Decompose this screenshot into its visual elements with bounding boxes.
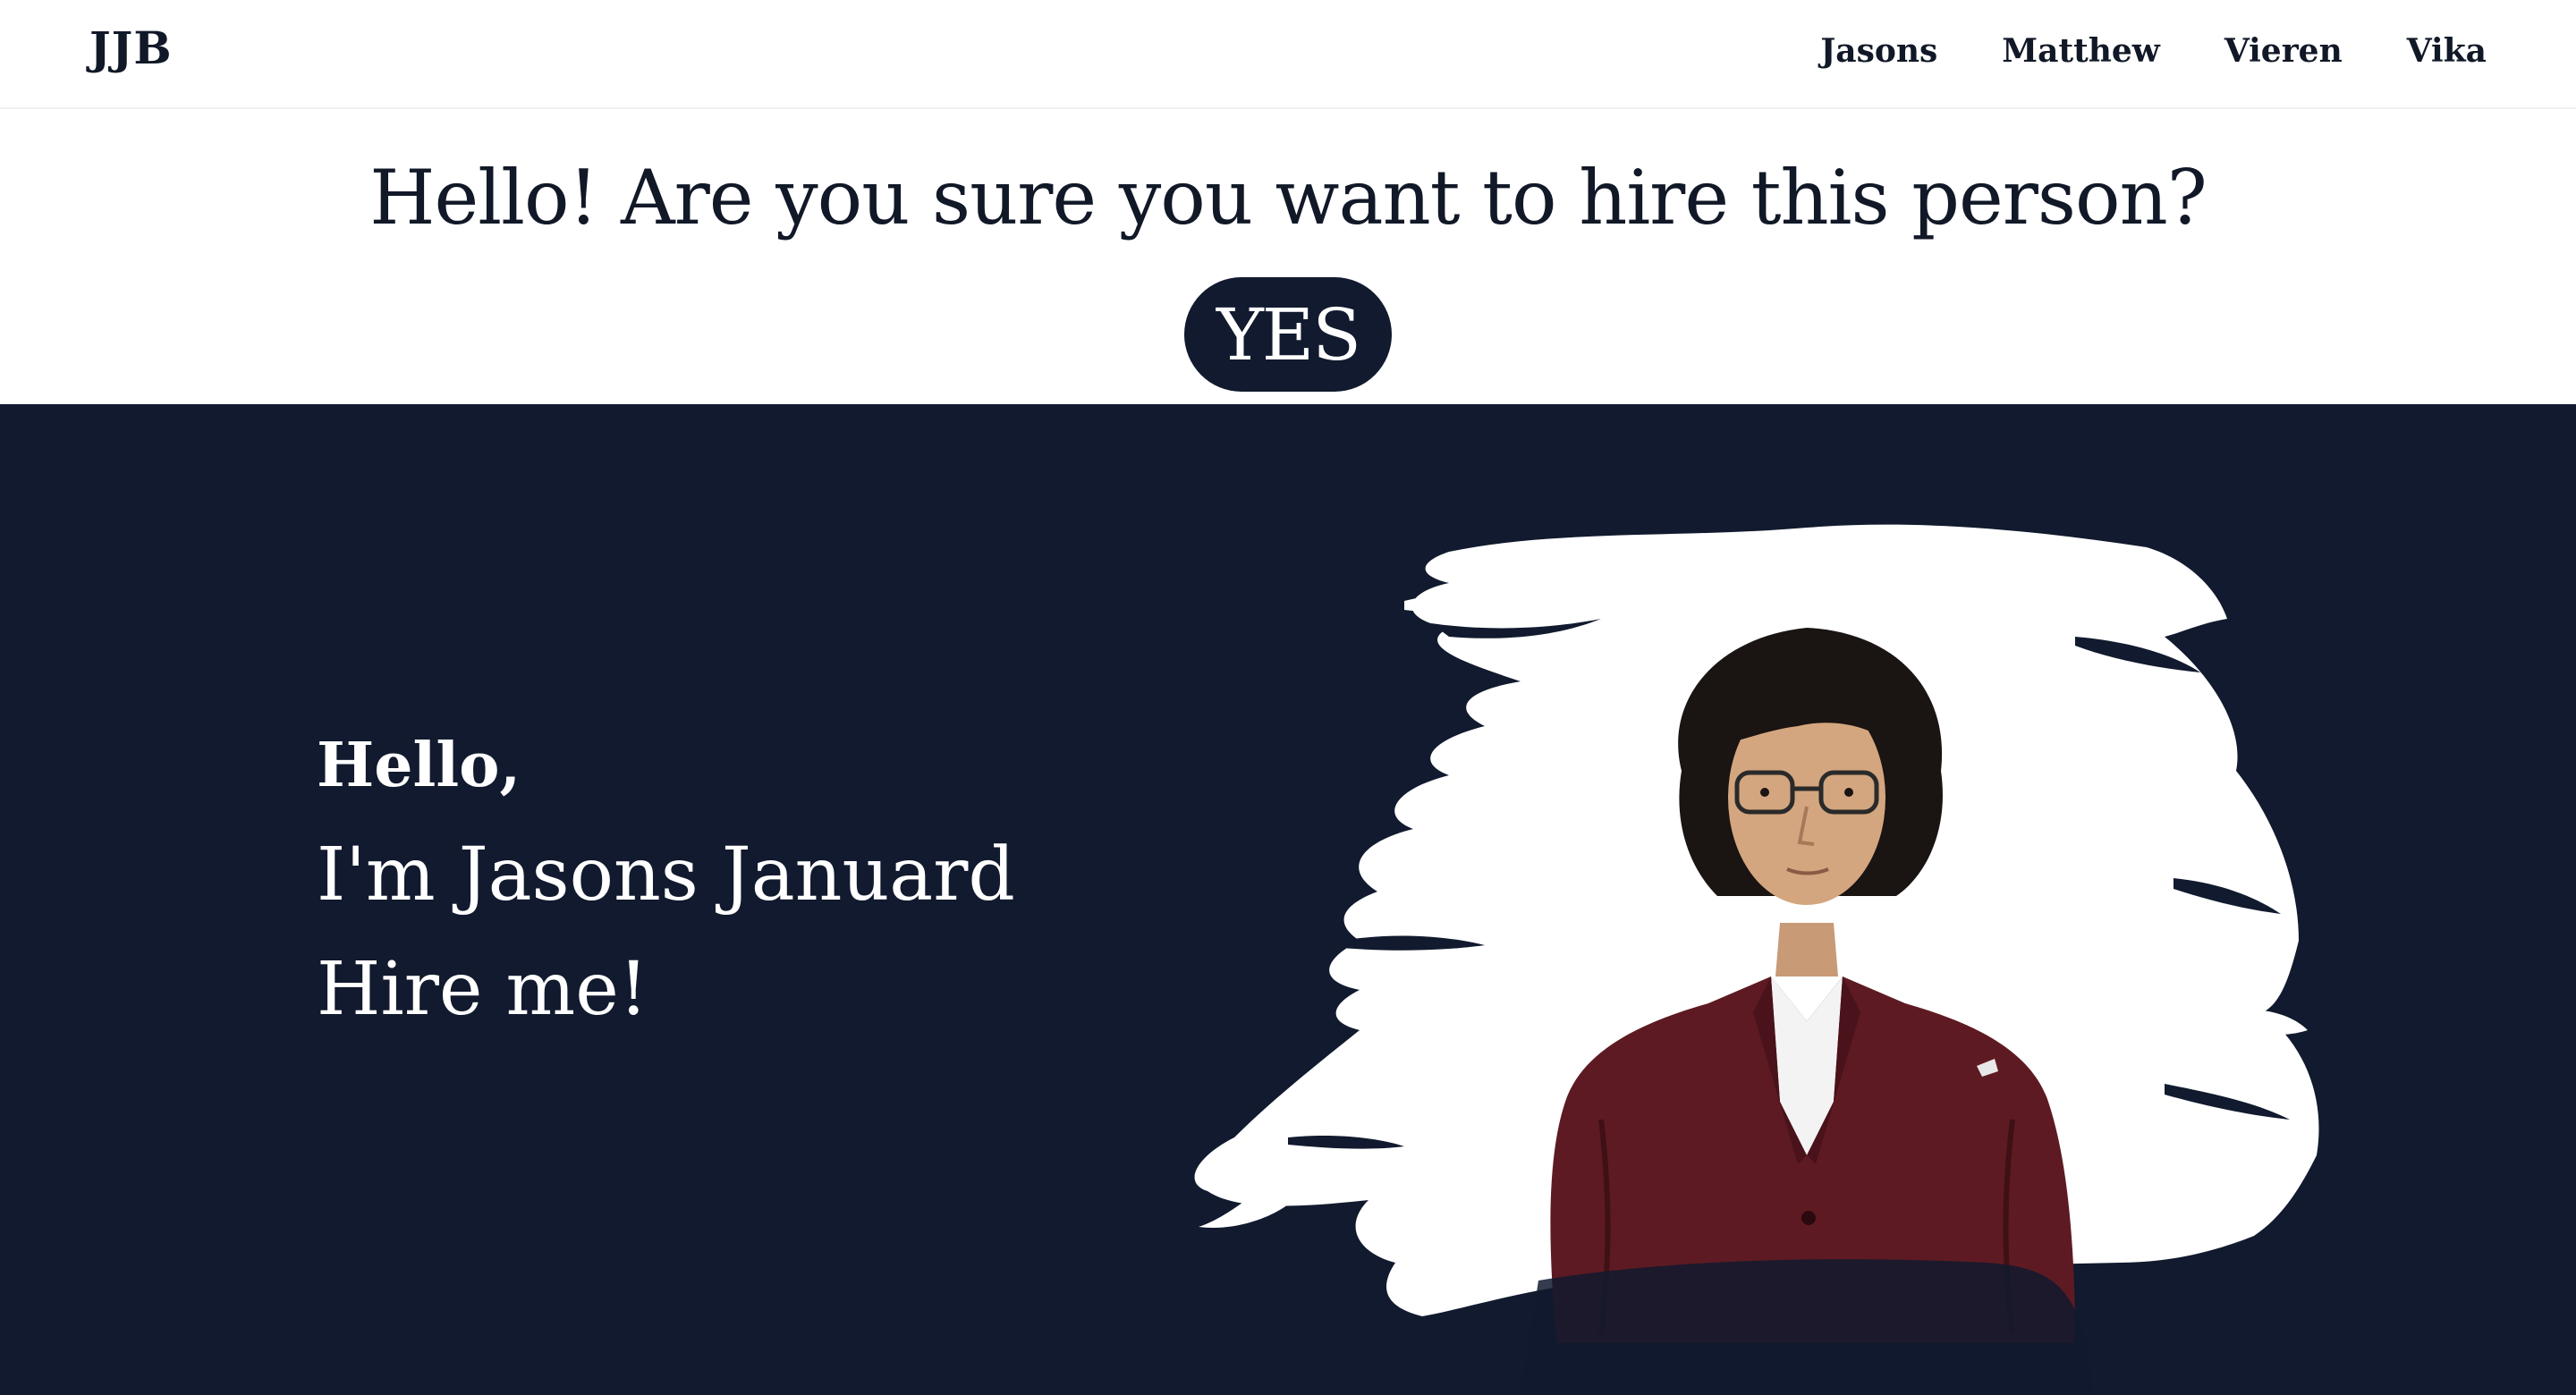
hire-question: Hello! Are you sure you want to hire thi… [369,154,2207,241]
portrait-artwork [1194,524,2319,1395]
nav-link-vika[interactable]: Vika [2407,32,2487,70]
nav-link-vieren[interactable]: Vieren [2224,32,2343,70]
hire-confirm-banner: Hello! Are you sure you want to hire thi… [0,111,2576,404]
nav-links: Jasons Matthew Vieren Vika [1820,32,2487,70]
hero-intro: Hello, I'm Jasons Januard Hire me! [317,735,1015,1027]
yes-button[interactable]: YES [1184,277,1392,392]
nav-link-matthew[interactable]: Matthew [2002,32,2160,70]
brand-logo[interactable]: JJB [89,21,173,74]
nav-link-jasons[interactable]: Jasons [1820,32,1937,70]
hero-name: I'm Jasons Januard [317,833,1015,917]
hero-section: Hello, I'm Jasons Januard Hire me! [0,404,2576,1395]
top-navbar: JJB Jasons Matthew Vieren Vika [0,0,2576,109]
hero-greeting: Hello, [317,730,521,801]
hero-cta: Hire me! [317,947,648,1032]
